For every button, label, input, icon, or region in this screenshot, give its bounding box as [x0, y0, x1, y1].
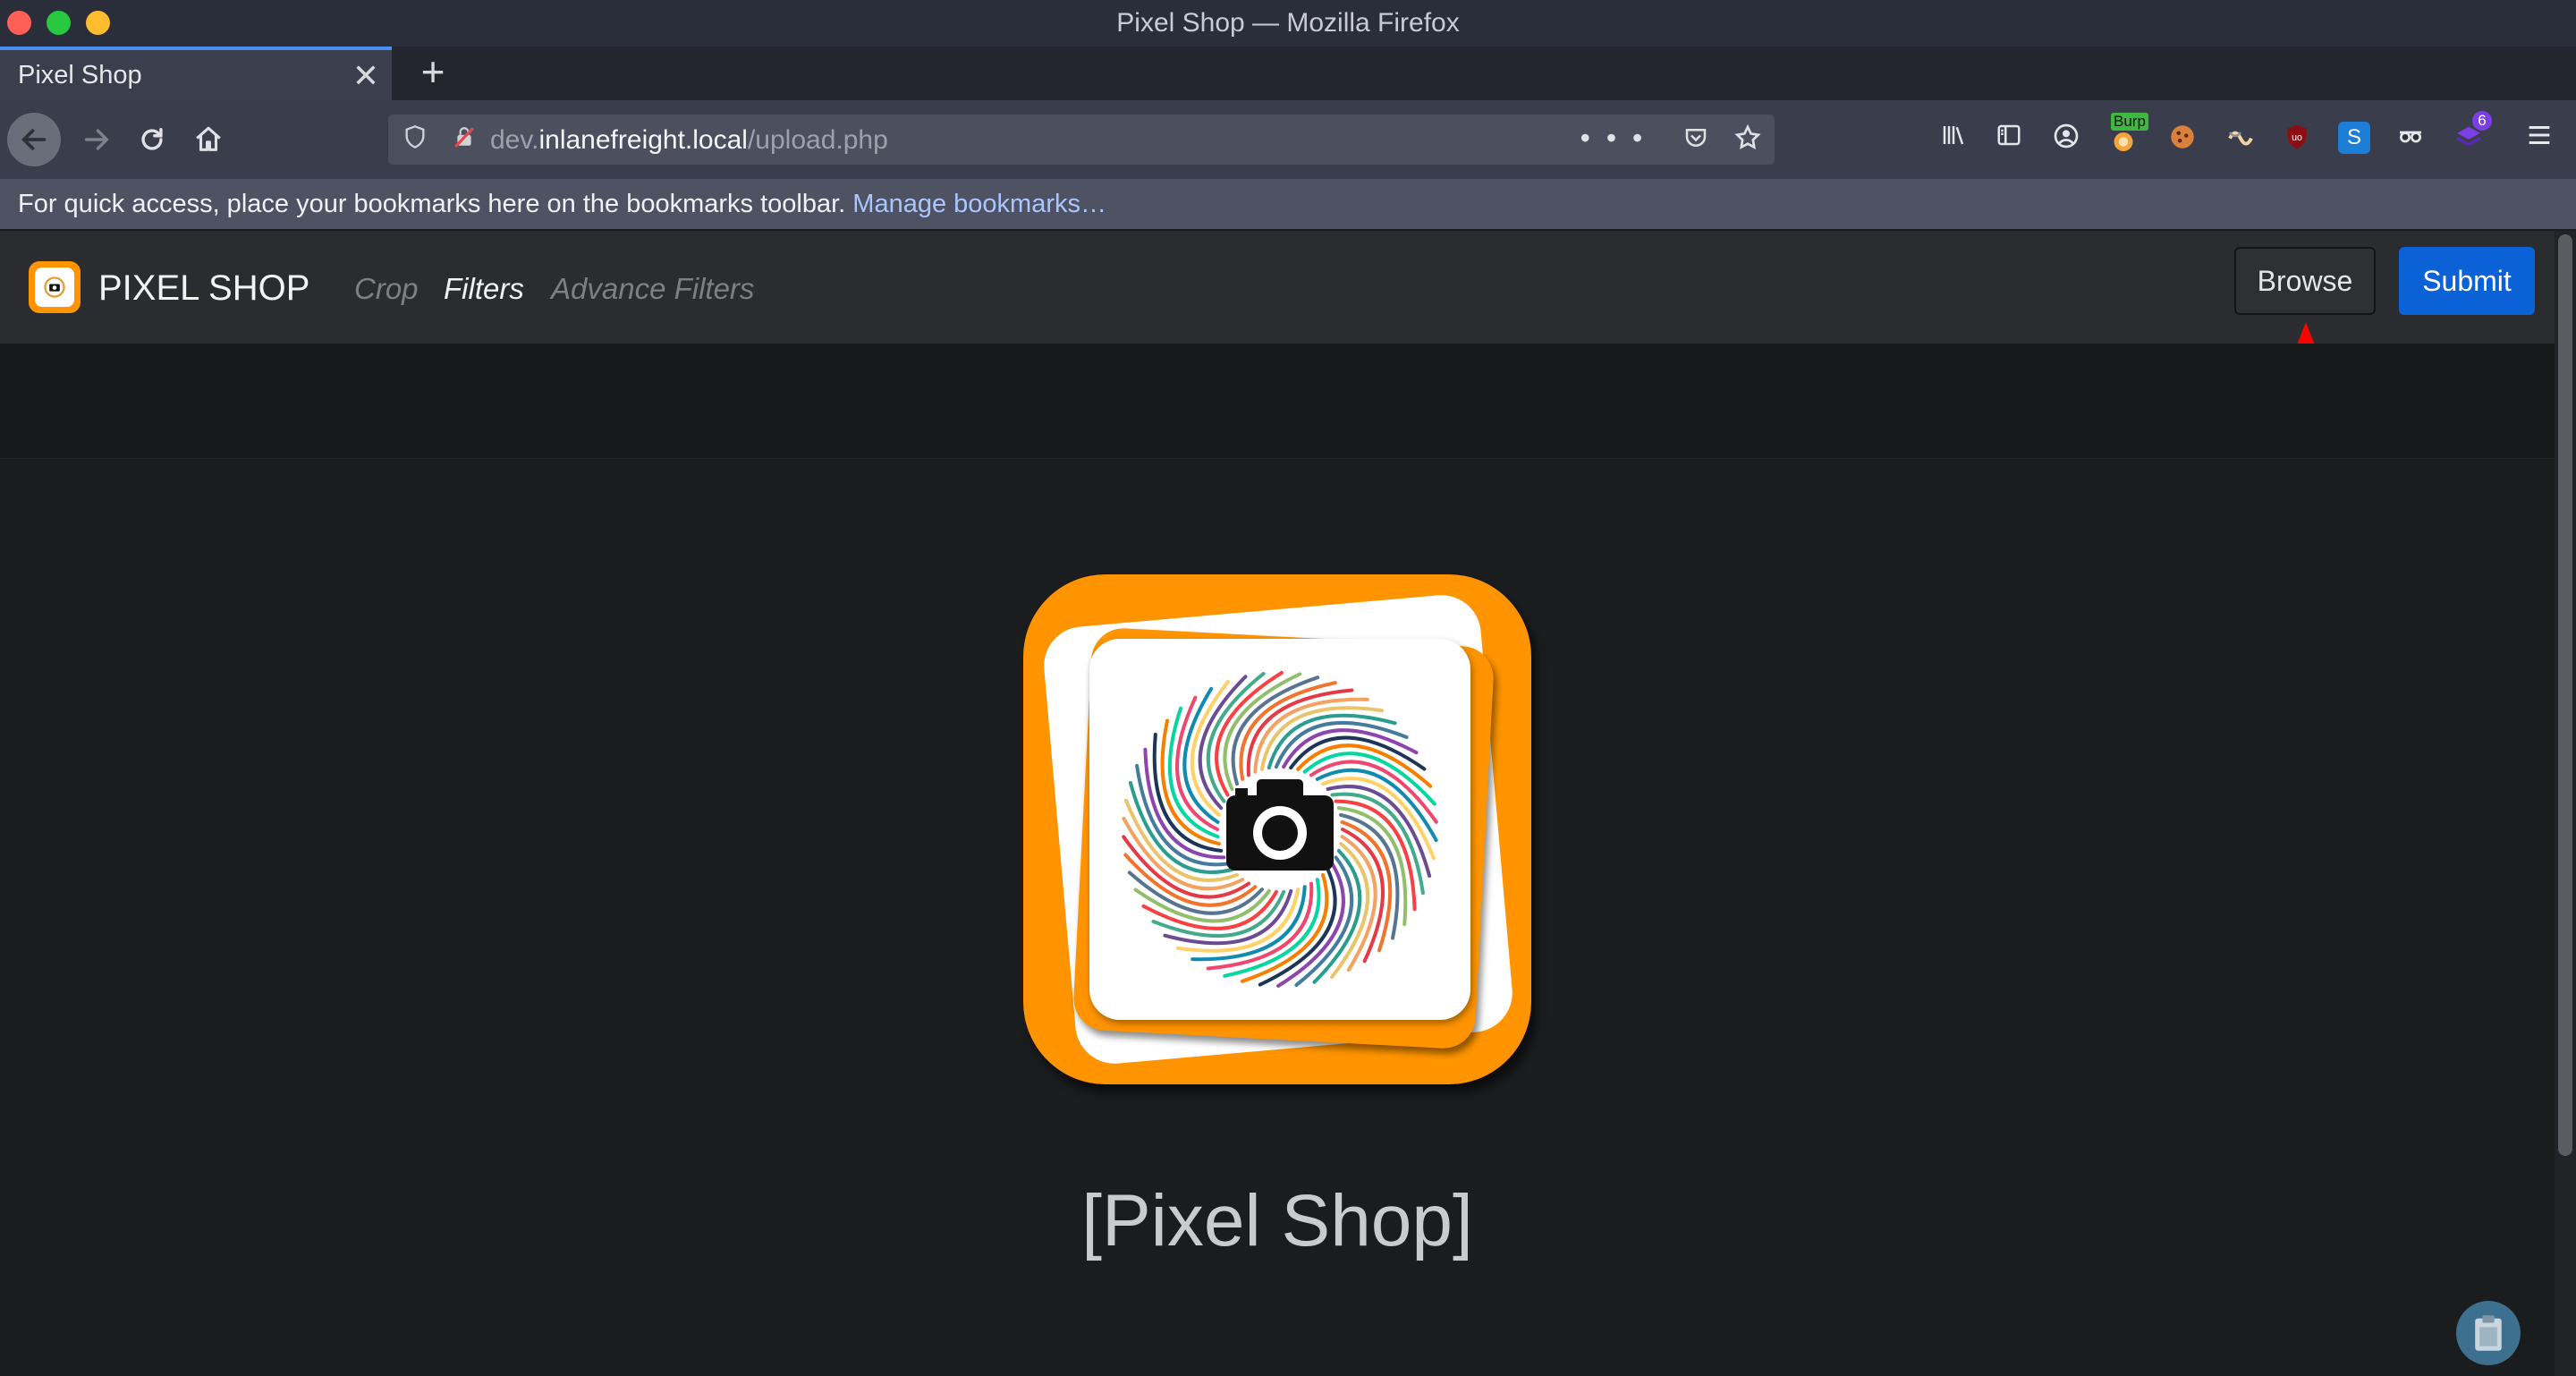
arrow-right-icon: [84, 129, 109, 150]
nav-link-advance-filters[interactable]: Advance Filters: [551, 272, 754, 306]
nav-link-crop[interactable]: Crop: [354, 272, 419, 306]
brand-logo[interactable]: [29, 261, 80, 313]
submit-button[interactable]: Submit: [2399, 247, 2535, 315]
bookmark-star-icon[interactable]: [1709, 122, 1762, 154]
camera-icon: [35, 268, 74, 307]
site-navbar: PIXEL SHOP Crop Filters Advance Filters …: [0, 231, 2555, 344]
stack-badge: 6: [2472, 111, 2492, 131]
bookmarks-hint: For quick access, place your bookmarks h…: [18, 190, 1106, 219]
svg-text:uo: uo: [2292, 132, 2302, 143]
new-tab-button[interactable]: +: [415, 47, 451, 100]
cookie-icon[interactable]: [2166, 122, 2199, 154]
home-icon: [196, 126, 221, 151]
browse-button[interactable]: Browse: [2234, 247, 2376, 315]
pocket-icon[interactable]: [1658, 122, 1709, 154]
bookmarks-toolbar: For quick access, place your bookmarks h…: [0, 179, 2576, 229]
pixel-shop-logo: [1023, 574, 1531, 1084]
manage-bookmarks-link[interactable]: Manage bookmarks…: [852, 190, 1106, 218]
reload-icon: [141, 127, 163, 150]
window-titlebar: Pixel Shop — Mozilla Firefox: [0, 0, 2576, 47]
sidebar-icon[interactable]: [1993, 122, 2025, 154]
wappalyzer-icon[interactable]: [2224, 122, 2256, 154]
brand-name[interactable]: PIXEL SHOP: [98, 268, 309, 309]
url-path: /upload.php: [747, 125, 888, 155]
window-title: Pixel Shop — Mozilla Firefox: [1116, 8, 1460, 38]
bookmarks-hint-text: For quick access, place your bookmarks h…: [18, 190, 853, 218]
burp-icon[interactable]: Burp: [2107, 113, 2148, 154]
insecure-lock-icon[interactable]: [453, 123, 476, 157]
burp-label: Burp: [2111, 113, 2148, 131]
header-band: [0, 344, 2555, 459]
scrollbar-thumb[interactable]: [2558, 234, 2572, 1156]
url-bar[interactable]: dev.inlanefreight.local/upload.php •••: [388, 115, 1775, 165]
home-button[interactable]: [182, 113, 235, 166]
ublock-icon[interactable]: uo: [2281, 122, 2313, 154]
close-tab-icon[interactable]: ✕: [352, 57, 379, 95]
url-host: inlanefreight.local: [538, 125, 748, 155]
back-button[interactable]: [7, 113, 61, 166]
reload-button[interactable]: [125, 113, 179, 166]
camera-glyph-icon: [1226, 779, 1334, 871]
tab-title: Pixel Shop: [18, 61, 142, 89]
tab-pixel-shop[interactable]: Pixel Shop ✕: [0, 47, 392, 100]
library-icon[interactable]: [1937, 122, 1970, 154]
url-prefix: dev.: [490, 125, 539, 155]
color-swirl-icon: [1122, 671, 1438, 988]
hamburger-menu-icon[interactable]: [2524, 120, 2555, 158]
clipboard-button[interactable]: [2456, 1301, 2521, 1365]
page-actions-icon[interactable]: •••: [1580, 122, 1659, 154]
forward-button[interactable]: [70, 113, 123, 166]
spy-icon[interactable]: [2394, 122, 2426, 154]
clipboard-icon: [2475, 1315, 2502, 1351]
tab-strip: Pixel Shop ✕: [0, 47, 2576, 100]
logo-card-front: [1089, 639, 1470, 1020]
nav-link-filters[interactable]: Filters: [444, 272, 524, 306]
stack-icon[interactable]: 6: [2453, 111, 2492, 154]
url-text[interactable]: dev.inlanefreight.local/upload.php: [490, 125, 888, 156]
s-extension-icon[interactable]: S: [2338, 122, 2370, 154]
url-actions: •••: [1580, 122, 1762, 155]
account-icon[interactable]: [2050, 122, 2082, 154]
arrow-left-icon: [21, 129, 47, 150]
page-title: [Pixel Shop]: [1081, 1180, 1473, 1261]
tracking-shield-icon[interactable]: [402, 123, 428, 157]
